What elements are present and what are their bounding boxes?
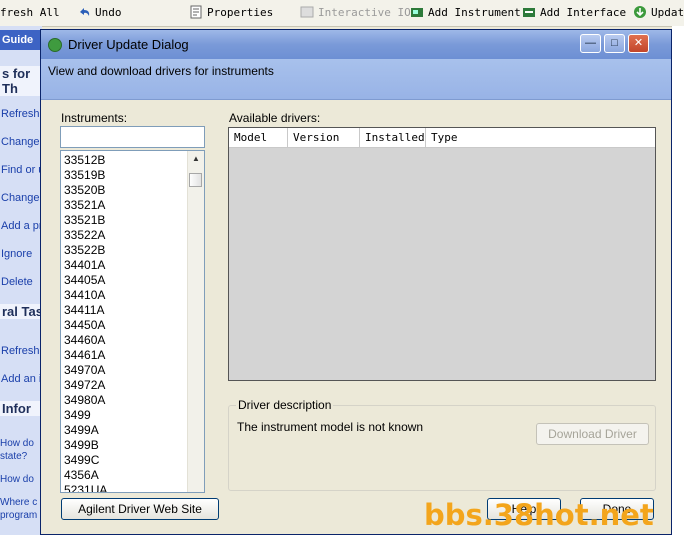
instrument-list-item[interactable]: 3499: [64, 408, 107, 423]
task-section-title: Infor: [0, 401, 42, 416]
instrument-list-items: 33512B 33519B 33520B 33521A 33521B 33522A 3352…: [64, 153, 107, 492]
instrument-list-item[interactable]: 33522A: [64, 228, 107, 243]
instrument-list-item[interactable]: 34401A: [64, 258, 107, 273]
dialog-banner: View and download drivers for instrument…: [41, 59, 671, 100]
info-link[interactable]: Where c: [0, 497, 42, 509]
instrument-list-item[interactable]: 5231UA: [64, 483, 107, 492]
task-link[interactable]: Add a pr: [0, 220, 42, 232]
app-toolbar: fresh All Undo Properties Interactive IO…: [0, 0, 684, 27]
undo-icon: [77, 5, 91, 19]
interactive-io-icon: [300, 5, 314, 19]
available-drivers-table[interactable]: Model Version Installed Type: [228, 127, 656, 381]
scroll-up-icon: ▲: [192, 154, 200, 163]
info-link[interactable]: program: [0, 510, 42, 522]
undo-button[interactable]: Undo: [77, 4, 122, 22]
instrument-list-item[interactable]: 33520B: [64, 183, 107, 198]
task-link[interactable]: Find or u: [0, 164, 42, 176]
task-section-title: ral Tas: [0, 304, 42, 319]
properties-button[interactable]: Properties: [189, 4, 273, 22]
driver-update-dialog: Driver Update Dialog — □ ✕ View and down…: [40, 29, 672, 535]
task-link[interactable]: Add an i: [0, 373, 41, 385]
instrument-list-item[interactable]: 34410A: [64, 288, 107, 303]
maximize-icon: □: [611, 37, 618, 49]
instrument-list-item[interactable]: 33522B: [64, 243, 107, 258]
column-header-model[interactable]: Model: [229, 128, 288, 147]
task-section-title: s for Th: [0, 66, 42, 96]
driver-description-label: Driver description: [236, 398, 334, 412]
banner-text: View and download drivers for instrument…: [48, 64, 274, 78]
instrument-list-item[interactable]: 34980A: [64, 393, 107, 408]
instrument-list-item[interactable]: 34460A: [64, 333, 107, 348]
instrument-list-item[interactable]: 3499A: [64, 423, 107, 438]
drivers-table-header: Model Version Installed Type: [229, 128, 655, 148]
instrument-search-input[interactable]: [60, 126, 205, 148]
info-link[interactable]: state?: [0, 451, 42, 463]
scroll-up-button[interactable]: ▲: [189, 152, 203, 165]
info-link[interactable]: How do: [0, 438, 42, 450]
watermark-text: bbs.38hot.net: [424, 498, 654, 532]
column-header-version[interactable]: Version: [288, 128, 360, 147]
instrument-list-scrollbar[interactable]: ▲: [187, 151, 204, 492]
scroll-thumb[interactable]: [189, 173, 202, 187]
instrument-list-item[interactable]: 34970A: [64, 363, 107, 378]
minimize-button[interactable]: —: [580, 34, 601, 53]
guide-header: Guide: [0, 30, 42, 50]
task-link[interactable]: Delete: [0, 276, 33, 288]
instrument-list-item[interactable]: 34972A: [64, 378, 107, 393]
instrument-list-item[interactable]: 34411A: [64, 303, 107, 318]
add-interface-button[interactable]: Add Interface: [522, 4, 626, 22]
dialog-titlebar[interactable]: Driver Update Dialog — □ ✕: [41, 30, 671, 59]
add-instrument-icon: [410, 5, 424, 19]
agilent-driver-web-site-button[interactable]: Agilent Driver Web Site: [61, 498, 219, 520]
refresh-all-button[interactable]: fresh All: [0, 4, 60, 22]
task-pane: Guide s for Th Refresh Change Find or u …: [0, 26, 42, 535]
add-interface-icon: [522, 5, 536, 19]
update-button[interactable]: Update: [633, 4, 684, 22]
instrument-list-item[interactable]: 33512B: [64, 153, 107, 168]
available-drivers-label: Available drivers:: [229, 111, 321, 125]
close-button[interactable]: ✕: [628, 34, 649, 53]
task-link[interactable]: Refresh: [0, 345, 40, 357]
driver-update-icon: [48, 38, 62, 52]
instrument-list-item[interactable]: 33521B: [64, 213, 107, 228]
instrument-list-item[interactable]: 34405A: [64, 273, 107, 288]
minimize-icon: —: [585, 37, 596, 49]
task-link[interactable]: Refresh: [0, 108, 40, 120]
close-icon: ✕: [633, 37, 644, 49]
info-link[interactable]: How do: [0, 474, 42, 486]
instrument-list-item[interactable]: 34461A: [64, 348, 107, 363]
instrument-list[interactable]: 33512B 33519B 33520B 33521A 33521B 33522A 3352…: [60, 150, 205, 493]
maximize-button[interactable]: □: [604, 34, 625, 53]
column-header-type[interactable]: Type: [426, 128, 655, 147]
dialog-title: Driver Update Dialog: [68, 37, 189, 52]
driver-description-text: The instrument model is not known: [237, 420, 424, 434]
instrument-list-item[interactable]: 3499C: [64, 453, 107, 468]
instrument-list-item[interactable]: 4356A: [64, 468, 107, 483]
driver-description-group: Driver description The instrument model …: [228, 398, 656, 491]
instrument-list-item[interactable]: 34450A: [64, 318, 107, 333]
update-icon: [633, 5, 647, 19]
task-link[interactable]: Change: [0, 136, 40, 148]
task-link[interactable]: Ignore: [0, 248, 32, 260]
add-instrument-button[interactable]: Add Instrument: [410, 4, 521, 22]
download-driver-button[interactable]: Download Driver: [536, 423, 649, 445]
properties-icon: [189, 5, 203, 19]
interactive-io-button[interactable]: Interactive IO: [300, 4, 411, 22]
instruments-label: Instruments:: [61, 111, 128, 125]
instrument-list-item[interactable]: 33521A: [64, 198, 107, 213]
column-header-installed[interactable]: Installed: [360, 128, 426, 147]
instrument-list-item[interactable]: 33519B: [64, 168, 107, 183]
task-link[interactable]: Change: [0, 192, 40, 204]
background-panel: [672, 26, 684, 535]
instrument-list-item[interactable]: 3499B: [64, 438, 107, 453]
